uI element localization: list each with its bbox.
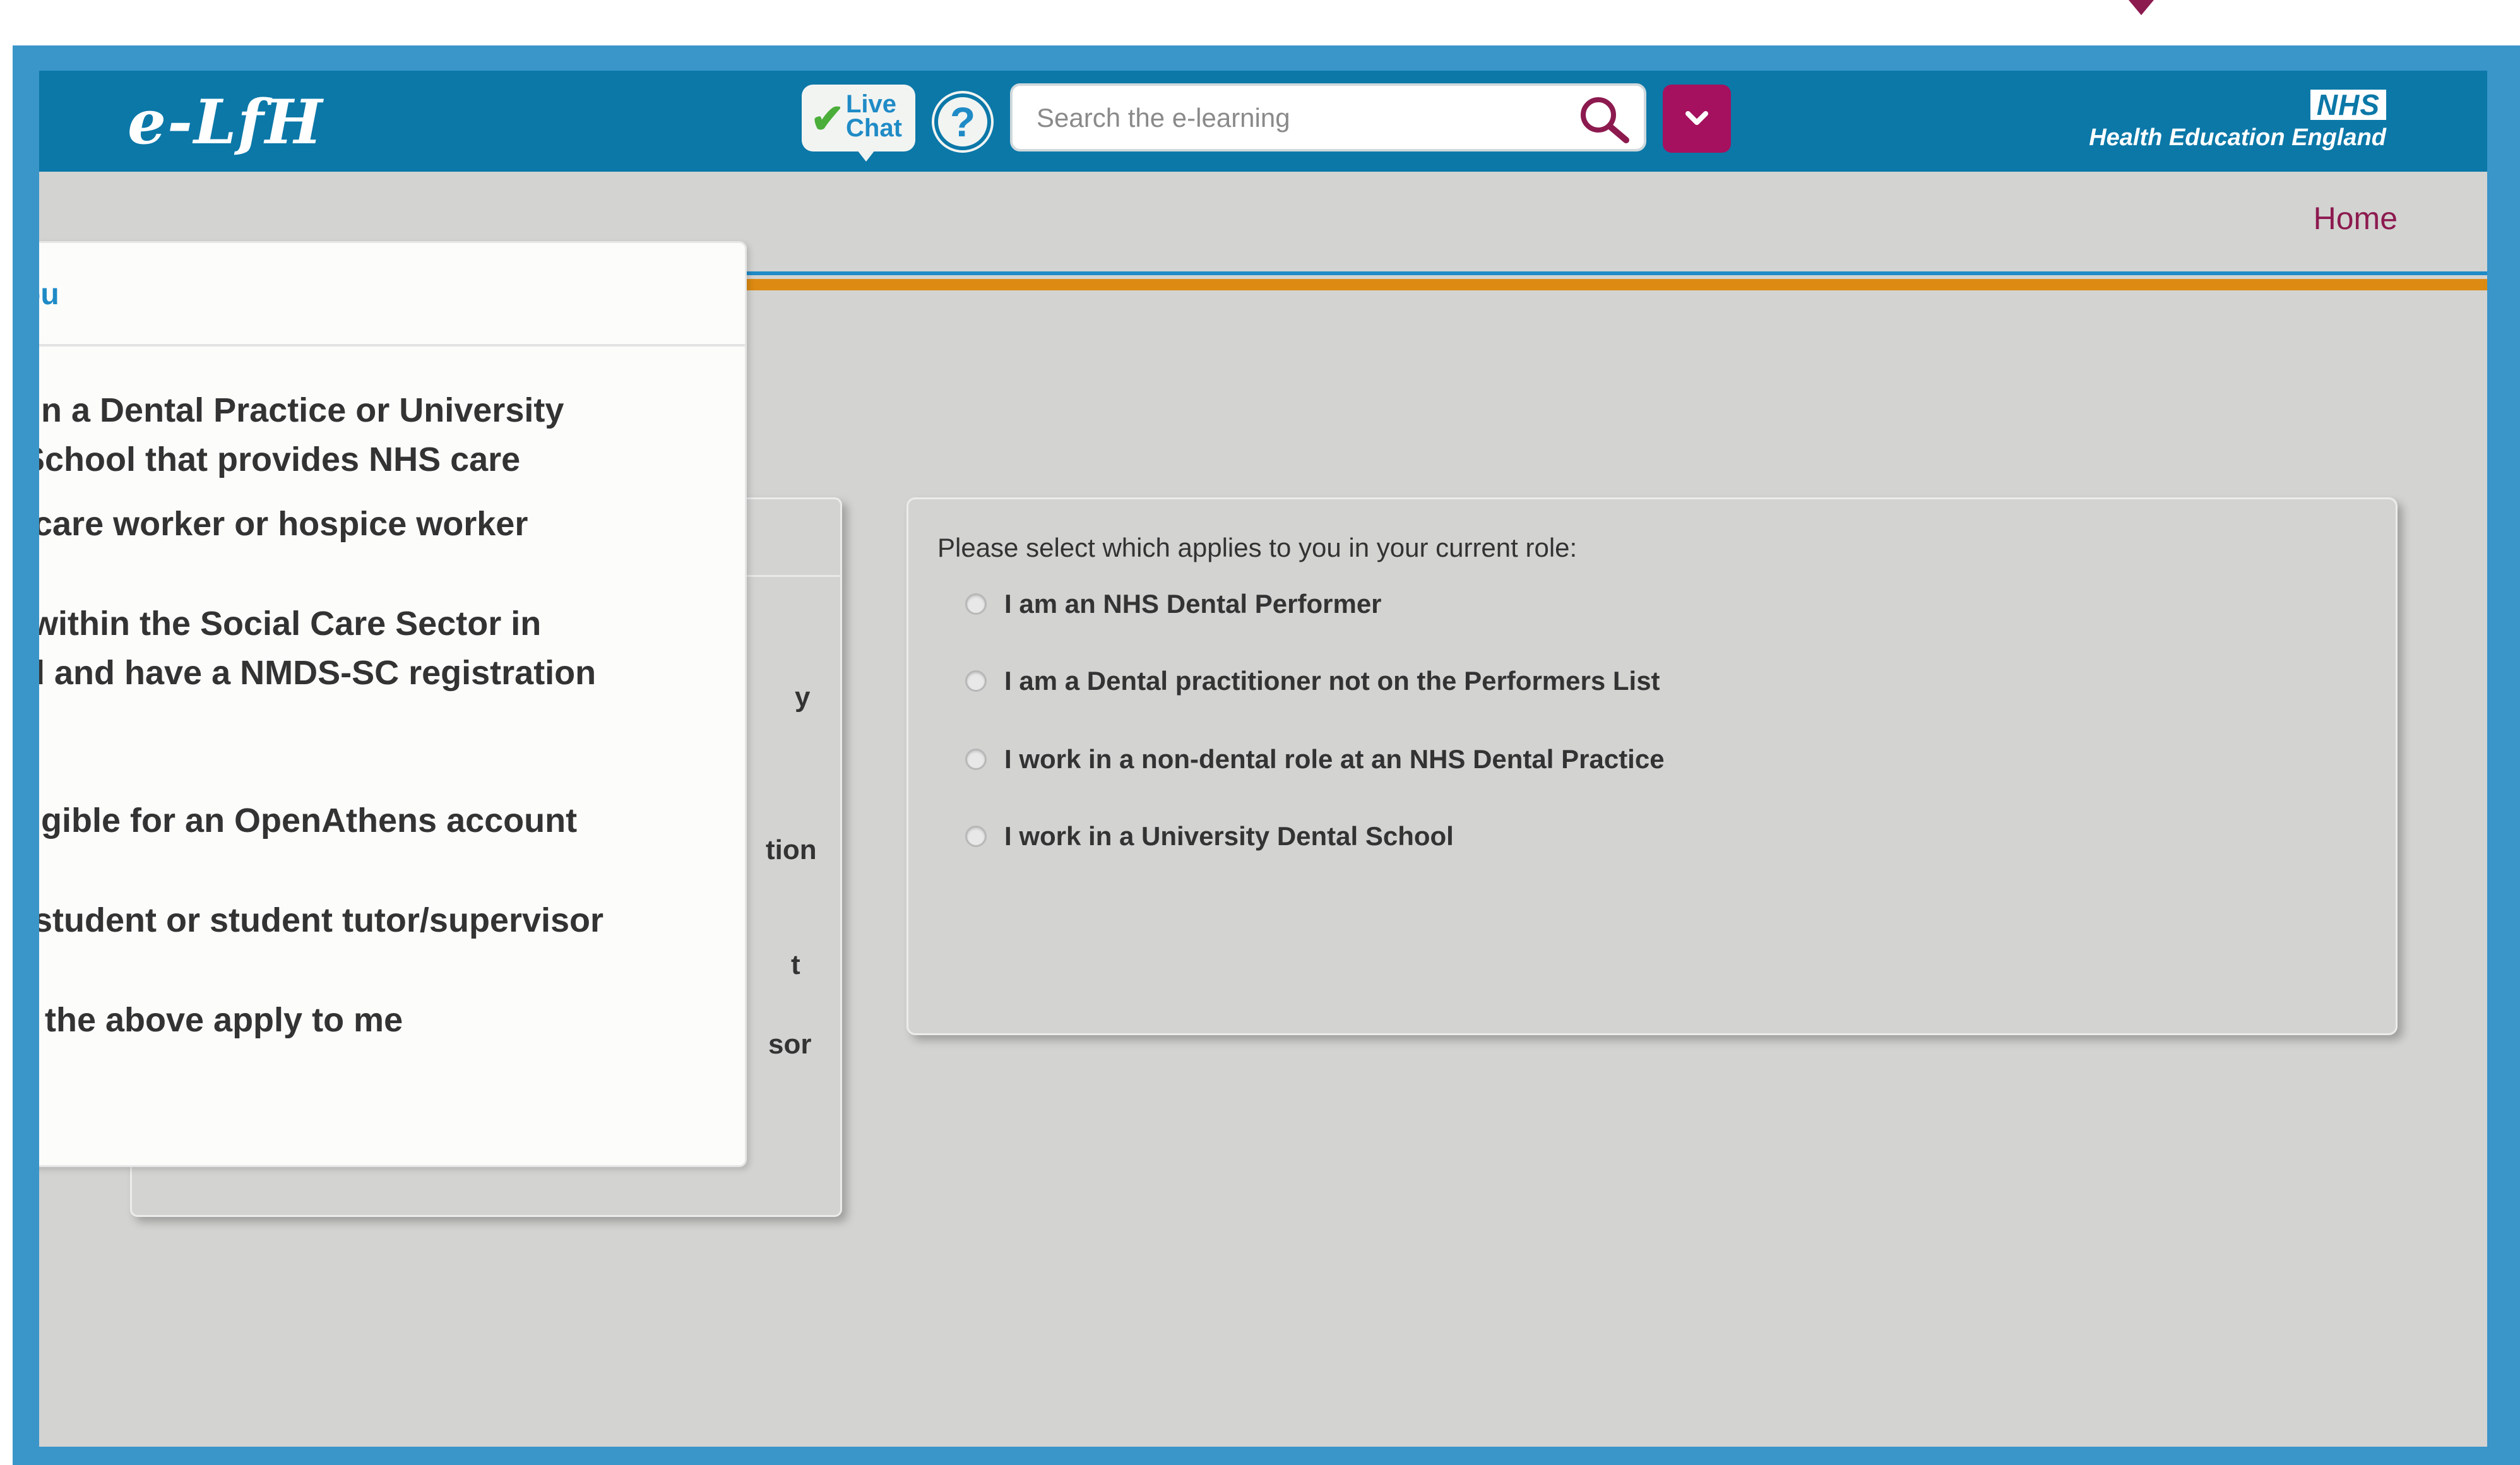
popup-separator xyxy=(39,344,745,347)
left-panel-fragment: sor xyxy=(768,1029,812,1060)
nhs-logo: NHS xyxy=(2310,90,2386,120)
popup-option-social-care[interactable]: k within the Social Care Sector in nd an… xyxy=(39,599,698,697)
role-option-dental-performer[interactable]: I am an NHS Dental Performer xyxy=(965,585,1382,623)
nhs-branding: NHS Health Education England xyxy=(2058,90,2386,159)
pointer-arrow-icon xyxy=(2129,0,2154,15)
eligibility-popup: ou k in a Dental Practice or University … xyxy=(39,241,747,1167)
left-panel-fragment: t xyxy=(791,949,800,980)
search-options-dropdown-button[interactable] xyxy=(1663,85,1731,153)
role-option-label: I work in a non-dental role at an NHS De… xyxy=(1004,744,1665,774)
radio-button[interactable] xyxy=(965,670,987,692)
role-selection-panel: Please select which applies to you in yo… xyxy=(906,497,2398,1035)
popup-option-dental-practice[interactable]: k in a Dental Practice or University l S… xyxy=(39,386,698,484)
chevron-down-icon xyxy=(1685,111,1708,125)
left-panel-fragment: y xyxy=(795,682,811,713)
popup-option-none[interactable]: of the above apply to me xyxy=(39,995,698,1045)
role-option-label: I work in a University Dental School xyxy=(1004,821,1454,851)
role-option-label: I am a Dental practitioner not on the Pe… xyxy=(1004,666,1660,696)
left-panel-fragment: tion xyxy=(766,834,817,865)
live-chat-button[interactable]: ✔ Live Chat xyxy=(802,85,915,162)
popup-option-openathens[interactable]: eligible for an OpenAthens account xyxy=(39,796,698,845)
radio-button[interactable] xyxy=(965,826,987,847)
popup-title: ou xyxy=(39,278,59,311)
live-chat-label: Live Chat xyxy=(846,90,902,142)
radio-button[interactable] xyxy=(965,749,987,770)
check-icon: ✔ xyxy=(811,96,845,141)
popup-option-care-worker[interactable]: n care worker or hospice worker xyxy=(39,499,698,549)
role-option-university-dental-school[interactable]: I work in a University Dental School xyxy=(965,817,1454,855)
elfh-logo[interactable]: e-LfH xyxy=(128,85,323,160)
role-option-label: I am an NHS Dental Performer xyxy=(1004,589,1382,619)
search-box xyxy=(1010,83,1646,151)
chat-bubble-tail xyxy=(857,150,875,162)
role-option-non-dental-role[interactable]: I work in a non-dental role at an NHS De… xyxy=(965,740,1665,778)
search-icon[interactable] xyxy=(1573,93,1634,144)
home-link[interactable]: Home xyxy=(2314,199,2398,237)
org-name: Health Education England xyxy=(2089,124,2386,151)
site-header: e-LfH ✔ Live Chat ? NHS xyxy=(39,71,2487,172)
role-option-dental-practitioner[interactable]: I am a Dental practitioner not on the Pe… xyxy=(965,662,1660,700)
browser-frame: e-LfH ✔ Live Chat ? NHS xyxy=(13,45,2520,1465)
page: e-LfH ✔ Live Chat ? NHS xyxy=(39,71,2487,1447)
help-button[interactable]: ? xyxy=(932,91,994,153)
role-prompt: Please select which applies to you in yo… xyxy=(937,533,1578,562)
search-input[interactable] xyxy=(1035,86,1555,150)
popup-option-student[interactable]: n student or student tutor/supervisor xyxy=(39,896,698,945)
radio-button[interactable] xyxy=(965,593,987,615)
